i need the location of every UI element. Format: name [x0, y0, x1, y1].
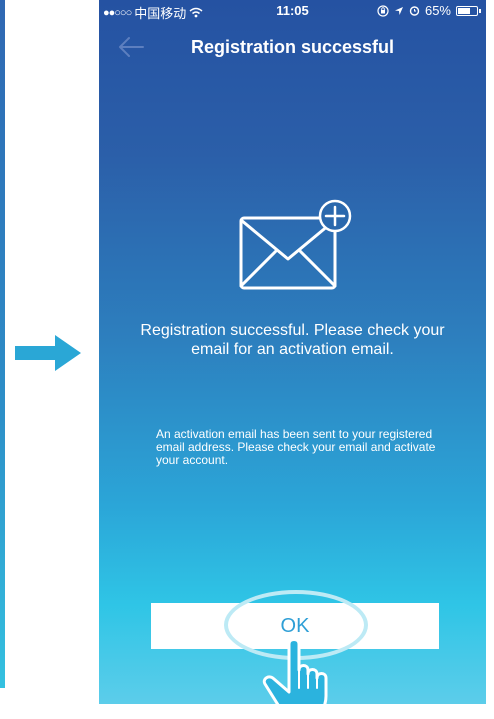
page-title: Registration successful: [190, 37, 395, 57]
activation-instructions: An activation email has been sent to you…: [156, 427, 436, 467]
tap-hand-icon: [262, 638, 328, 704]
status-bar: ●●○○○ 中国移动 11:05 65%: [99, 0, 486, 21]
battery-icon: [456, 5, 481, 16]
location-arrow-icon: [394, 6, 403, 15]
orientation-lock-icon: [377, 4, 389, 17]
left-edge-strip: [0, 0, 5, 688]
battery-level: [458, 7, 470, 14]
email-add-icon: [239, 199, 352, 290]
phone-screen: ●●○○○ 中国移动 11:05 65% Registration succes…: [99, 0, 486, 704]
status-right: 65%: [377, 3, 481, 18]
right-arrow-icon: [15, 335, 81, 371]
alarm-icon: [409, 6, 420, 16]
nav-bar: Registration successful: [99, 20, 486, 74]
success-message: Registration successful. Please check yo…: [140, 322, 445, 358]
battery-percent: 65%: [424, 3, 451, 18]
